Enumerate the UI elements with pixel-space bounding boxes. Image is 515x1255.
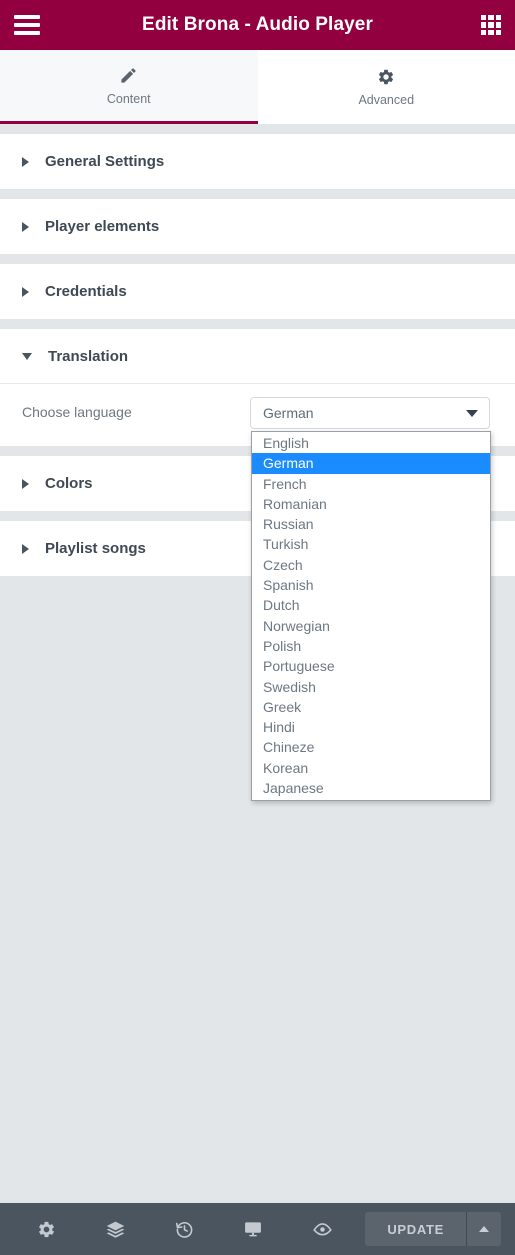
chevron-right-icon (22, 221, 29, 232)
language-option[interactable]: Dutch (252, 595, 490, 615)
section-title: General Settings (45, 153, 165, 170)
language-option[interactable]: Polish (252, 636, 490, 656)
language-option[interactable]: Greek (252, 697, 490, 717)
language-option[interactable]: Chineze (252, 737, 490, 757)
section-credentials[interactable]: Credentials (0, 264, 515, 319)
language-options-list[interactable]: English German French Romanian Russian Turkis… (251, 431, 491, 802)
language-select-box[interactable]: German (250, 397, 490, 429)
language-option[interactable]: Swedish (252, 677, 490, 697)
bottom-toolbar-icons (0, 1219, 365, 1240)
settings-panel: General Settings Player elements Credent… (0, 124, 515, 1203)
section-general-settings[interactable]: General Settings (0, 134, 515, 189)
section-title: Player elements (45, 218, 160, 235)
update-button[interactable]: UPDATE (365, 1212, 466, 1246)
chevron-right-icon (22, 478, 29, 489)
chevron-down-icon (466, 409, 478, 417)
editor-tabs: Content Advanced (0, 50, 515, 124)
translation-section-body: Choose language German English German Fren… (0, 384, 515, 802)
update-options-button[interactable] (467, 1212, 501, 1246)
section-divider (0, 124, 515, 134)
section-translation[interactable]: Translation (0, 329, 515, 384)
chevron-right-icon (22, 543, 29, 554)
top-header-bar: Edit Brona - Audio Player (0, 0, 515, 50)
preview-eye-icon[interactable] (312, 1219, 333, 1240)
language-option[interactable]: Russian (252, 514, 490, 534)
history-icon[interactable] (175, 1220, 194, 1239)
language-option[interactable]: Turkish (252, 534, 490, 554)
chevron-down-icon (22, 352, 32, 360)
page-title: Edit Brona - Audio Player (142, 14, 373, 35)
layers-icon[interactable] (105, 1219, 126, 1240)
section-divider (0, 254, 515, 264)
gear-icon (377, 68, 395, 86)
tab-advanced-label: Advanced (358, 92, 415, 107)
language-option[interactable]: Czech (252, 555, 490, 575)
section-player-elements[interactable]: Player elements (0, 199, 515, 254)
bottom-toolbar: UPDATE (0, 1203, 515, 1255)
language-option[interactable]: French (252, 474, 490, 494)
language-option[interactable]: Korean (252, 758, 490, 778)
chevron-right-icon (22, 156, 29, 167)
language-option[interactable]: English (252, 433, 490, 453)
language-option[interactable]: Spanish (252, 575, 490, 595)
pencil-icon (119, 66, 138, 85)
gear-icon[interactable] (37, 1220, 56, 1239)
section-title: Playlist songs (45, 540, 146, 557)
section-title: Credentials (45, 283, 127, 300)
language-option[interactable]: Romanian (252, 494, 490, 514)
responsive-monitor-icon[interactable] (243, 1219, 263, 1239)
editor-window: Edit Brona - Audio Player Content Advanc… (0, 0, 515, 1255)
language-option[interactable]: Japanese (252, 778, 490, 798)
language-option[interactable]: German (252, 453, 490, 474)
language-select[interactable]: German English German French Romanian Russia… (250, 397, 491, 802)
chevron-right-icon (22, 286, 29, 297)
hamburger-menu-icon[interactable] (14, 15, 40, 35)
language-select-value: German (263, 405, 314, 421)
choose-language-row: Choose language German English German Fren… (22, 397, 493, 802)
section-divider (0, 189, 515, 199)
tab-advanced[interactable]: Advanced (257, 50, 515, 124)
chevron-up-icon (479, 1226, 489, 1232)
section-divider (0, 319, 515, 329)
tab-content-label: Content (106, 91, 151, 106)
section-title: Colors (45, 475, 93, 492)
section-title: Translation (48, 347, 129, 365)
update-button-group: UPDATE (365, 1212, 501, 1246)
choose-language-label: Choose language (22, 404, 132, 420)
grid-apps-icon[interactable] (481, 15, 501, 35)
language-option[interactable]: Portuguese (252, 656, 490, 676)
tab-content[interactable]: Content (0, 50, 258, 124)
language-option[interactable]: Norwegian (252, 616, 490, 636)
language-option[interactable]: Hindi (252, 717, 490, 737)
